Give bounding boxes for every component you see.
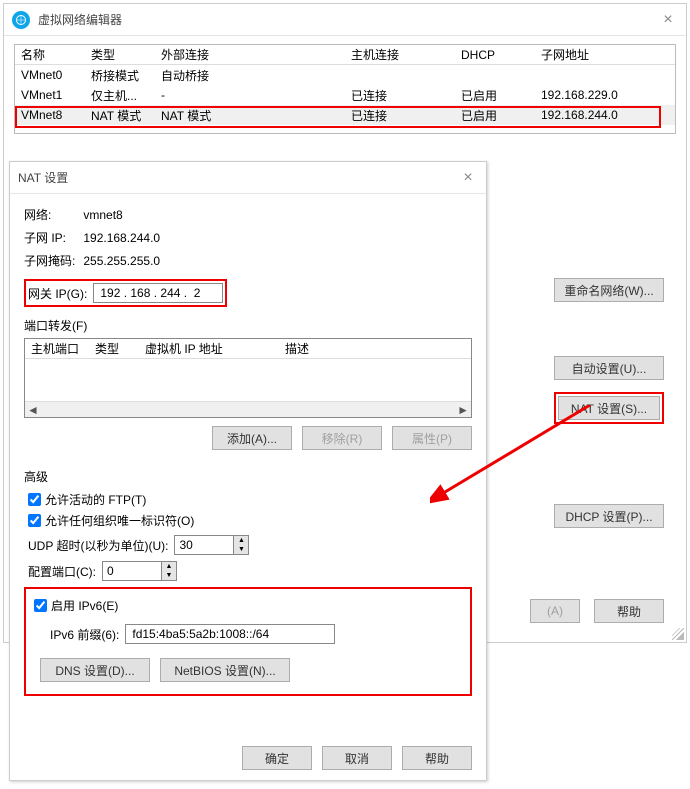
add-button[interactable]: 添加(A)...	[212, 426, 292, 450]
advanced-label: 高级	[24, 468, 472, 485]
nat-window: NAT 设置 × 网络: vmnet8 子网 IP: 192.168.244.0…	[9, 161, 487, 781]
side-buttons-3: DHCP 设置(P)...	[554, 504, 664, 528]
net-label: 网络:	[24, 206, 80, 223]
ipv6-checkbox[interactable]	[34, 599, 47, 612]
udp-spinner[interactable]: ▲▼	[234, 535, 249, 555]
spin-down-icon[interactable]: ▼	[162, 571, 176, 580]
network-table: 名称 类型 外部连接 主机连接 DHCP 子网地址 VMnet0 桥接模式 自动…	[14, 44, 676, 134]
remove-button[interactable]: 移除(R)	[302, 426, 382, 450]
table-row[interactable]: VMnet1 仅主机... - 已连接 已启用 192.168.229.0	[15, 85, 675, 105]
ipv6-prefix-input[interactable]	[125, 624, 335, 644]
main-titlebar: 虚拟网络编辑器 ×	[4, 4, 686, 36]
cfg-input[interactable]	[102, 561, 162, 581]
rename-button[interactable]: 重命名网络(W)...	[554, 278, 664, 302]
close-icon[interactable]: ×	[658, 10, 678, 30]
subnet-ip-value: 192.168.244.0	[83, 231, 160, 245]
cancel-button[interactable]: 取消	[322, 746, 392, 770]
spin-up-icon[interactable]: ▲	[234, 536, 248, 545]
scrollbar-horizontal[interactable]: ◄ ►	[25, 401, 471, 417]
col-ext: 外部连接	[161, 46, 351, 63]
scroll-right-icon[interactable]: ►	[457, 403, 469, 417]
ipv6-prefix-label: IPv6 前缀(6):	[50, 626, 119, 643]
help-button[interactable]: 帮助	[594, 599, 664, 623]
ftp-label: 允许活动的 FTP(T)	[45, 491, 146, 508]
anyorg-checkbox[interactable]	[28, 514, 41, 527]
gateway-input[interactable]	[93, 283, 223, 303]
side-buttons-1: 重命名网络(W)...	[554, 278, 664, 302]
ok-button[interactable]: 确定	[242, 746, 312, 770]
ftp-checkbox[interactable]	[28, 493, 41, 506]
mask-value: 255.255.255.0	[83, 254, 160, 268]
anyorg-label: 允许任何组织唯一标识符(O)	[45, 512, 194, 529]
port-fwd-header: 主机端口 类型 虚拟机 IP 地址 描述	[25, 339, 471, 359]
gateway-highlight: 网关 IP(G):	[24, 279, 227, 307]
table-header: 名称 类型 外部连接 主机连接 DHCP 子网地址	[15, 45, 675, 65]
udp-label: UDP 超时(以秒为单位)(U):	[28, 537, 168, 554]
col-subnet: 子网地址	[541, 46, 675, 63]
help-button[interactable]: 帮助	[402, 746, 472, 770]
spin-down-icon[interactable]: ▼	[234, 545, 248, 554]
ipv6-highlight: 启用 IPv6(E) IPv6 前缀(6): DNS 设置(D)... NetB…	[24, 587, 472, 696]
apply-button[interactable]: (A)	[530, 599, 580, 623]
nat-title: NAT 设置	[18, 169, 458, 186]
subnet-ip-label: 子网 IP:	[24, 229, 80, 246]
table-row[interactable]: VMnet0 桥接模式 自动桥接	[15, 65, 675, 85]
port-fwd-label: 端口转发(F)	[24, 317, 472, 334]
col-dhcp: DHCP	[461, 48, 541, 62]
main-title: 虚拟网络编辑器	[38, 11, 658, 28]
nat-button[interactable]: NAT 设置(S)...	[558, 396, 660, 420]
side-buttons-2: 自动设置(U)... NAT 设置(S)...	[554, 356, 664, 424]
table-row[interactable]: VMnet8 NAT 模式 NAT 模式 已连接 已启用 192.168.244…	[15, 105, 675, 125]
cfg-spinner[interactable]: ▲▼	[162, 561, 177, 581]
close-icon[interactable]: ×	[458, 168, 478, 188]
spin-up-icon[interactable]: ▲	[162, 562, 176, 571]
udp-input[interactable]	[174, 535, 234, 555]
col-name: 名称	[15, 46, 91, 63]
properties-button[interactable]: 属性(P)	[392, 426, 472, 450]
dhcp-button[interactable]: DHCP 设置(P)...	[554, 504, 664, 528]
dns-button[interactable]: DNS 设置(D)...	[40, 658, 150, 682]
ipv6-label: 启用 IPv6(E)	[51, 597, 118, 614]
cfg-label: 配置端口(C):	[28, 563, 96, 580]
resize-handle-icon[interactable]	[672, 628, 684, 640]
col-type: 类型	[91, 46, 161, 63]
auto-button[interactable]: 自动设置(U)...	[554, 356, 664, 380]
net-value: vmnet8	[83, 208, 122, 222]
port-fwd-list[interactable]: 主机端口 类型 虚拟机 IP 地址 描述 ◄ ►	[24, 338, 472, 418]
netbios-button[interactable]: NetBIOS 设置(N)...	[160, 658, 290, 682]
mask-label: 子网掩码:	[24, 252, 80, 269]
col-host: 主机连接	[351, 46, 461, 63]
nat-titlebar: NAT 设置 ×	[10, 162, 486, 194]
gateway-label: 网关 IP(G):	[28, 285, 87, 302]
scroll-left-icon[interactable]: ◄	[27, 403, 39, 417]
app-icon	[12, 11, 30, 29]
